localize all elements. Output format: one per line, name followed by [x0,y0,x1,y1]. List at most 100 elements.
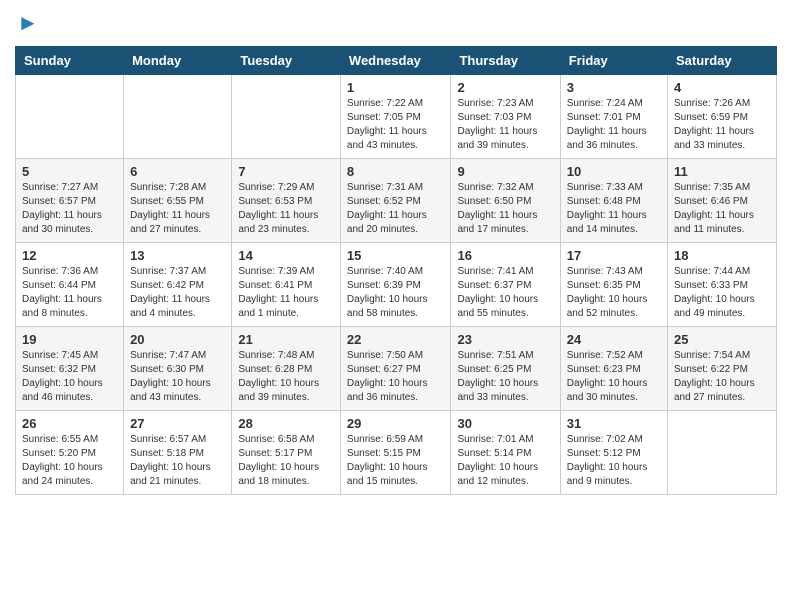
day-info: Sunrise: 7:40 AM Sunset: 6:39 PM Dayligh… [347,265,445,321]
calendar-cell: 14 Sunrise: 7:39 AM Sunset: 6:41 PM Dayli… [232,243,341,327]
day-number: 10 [567,164,661,179]
calendar-cell: 17 Sunrise: 7:43 AM Sunset: 6:35 PM Dayli… [560,243,667,327]
day-info: Sunrise: 7:31 AM Sunset: 6:52 PM Dayligh… [347,181,445,237]
day-number: 31 [567,416,661,431]
weekday-header-monday: Monday [124,47,232,75]
week-row-4: 19 Sunrise: 7:45 AM Sunset: 6:32 PM Dayli… [16,327,777,411]
day-info: Sunrise: 7:26 AM Sunset: 6:59 PM Dayligh… [674,97,770,153]
week-row-2: 5 Sunrise: 7:27 AM Sunset: 6:57 PM Daylig… [16,159,777,243]
day-info: Sunrise: 6:58 AM Sunset: 5:17 PM Dayligh… [238,433,334,489]
day-number: 2 [457,80,553,95]
day-number: 19 [22,332,117,347]
day-info: Sunrise: 7:48 AM Sunset: 6:28 PM Dayligh… [238,349,334,405]
day-number: 9 [457,164,553,179]
day-info: Sunrise: 7:02 AM Sunset: 5:12 PM Dayligh… [567,433,661,489]
day-info: Sunrise: 7:50 AM Sunset: 6:27 PM Dayligh… [347,349,445,405]
day-number: 28 [238,416,334,431]
day-info: Sunrise: 7:35 AM Sunset: 6:46 PM Dayligh… [674,181,770,237]
day-number: 18 [674,248,770,263]
calendar-cell: 2 Sunrise: 7:23 AM Sunset: 7:03 PM Daylig… [451,75,560,159]
day-number: 26 [22,416,117,431]
day-info: Sunrise: 7:36 AM Sunset: 6:44 PM Dayligh… [22,265,117,321]
day-number: 24 [567,332,661,347]
calendar-cell: 10 Sunrise: 7:33 AM Sunset: 6:48 PM Dayli… [560,159,667,243]
calendar-cell: 3 Sunrise: 7:24 AM Sunset: 7:01 PM Daylig… [560,75,667,159]
calendar-cell: 25 Sunrise: 7:54 AM Sunset: 6:22 PM Dayli… [668,327,777,411]
day-number: 30 [457,416,553,431]
day-number: 4 [674,80,770,95]
day-number: 12 [22,248,117,263]
day-number: 6 [130,164,225,179]
day-info: Sunrise: 7:43 AM Sunset: 6:35 PM Dayligh… [567,265,661,321]
logo-bird-icon: ► [17,10,39,36]
day-number: 15 [347,248,445,263]
day-info: Sunrise: 7:23 AM Sunset: 7:03 PM Dayligh… [457,97,553,153]
calendar-cell [16,75,124,159]
day-number: 11 [674,164,770,179]
day-number: 27 [130,416,225,431]
calendar-cell: 30 Sunrise: 7:01 AM Sunset: 5:14 PM Dayli… [451,411,560,495]
day-number: 3 [567,80,661,95]
day-number: 23 [457,332,553,347]
day-info: Sunrise: 7:24 AM Sunset: 7:01 PM Dayligh… [567,97,661,153]
calendar-cell: 26 Sunrise: 6:55 AM Sunset: 5:20 PM Dayli… [16,411,124,495]
calendar-cell: 19 Sunrise: 7:45 AM Sunset: 6:32 PM Dayli… [16,327,124,411]
day-number: 25 [674,332,770,347]
calendar-cell: 9 Sunrise: 7:32 AM Sunset: 6:50 PM Daylig… [451,159,560,243]
header: ► [15,10,777,36]
calendar-cell: 31 Sunrise: 7:02 AM Sunset: 5:12 PM Dayli… [560,411,667,495]
day-info: Sunrise: 7:01 AM Sunset: 5:14 PM Dayligh… [457,433,553,489]
calendar-cell: 27 Sunrise: 6:57 AM Sunset: 5:18 PM Dayli… [124,411,232,495]
calendar-cell [232,75,341,159]
day-info: Sunrise: 6:59 AM Sunset: 5:15 PM Dayligh… [347,433,445,489]
day-info: Sunrise: 7:41 AM Sunset: 6:37 PM Dayligh… [457,265,553,321]
week-row-1: 1 Sunrise: 7:22 AM Sunset: 7:05 PM Daylig… [16,75,777,159]
day-number: 29 [347,416,445,431]
day-info: Sunrise: 7:54 AM Sunset: 6:22 PM Dayligh… [674,349,770,405]
day-info: Sunrise: 6:55 AM Sunset: 5:20 PM Dayligh… [22,433,117,489]
calendar-cell: 21 Sunrise: 7:48 AM Sunset: 6:28 PM Dayli… [232,327,341,411]
calendar-cell: 13Sunrise: 7:37 AM Sunset: 6:42 PM Dayli… [124,243,232,327]
day-info: Sunrise: 7:51 AM Sunset: 6:25 PM Dayligh… [457,349,553,405]
calendar-cell: 24 Sunrise: 7:52 AM Sunset: 6:23 PM Dayli… [560,327,667,411]
page: ► SundayMondayTuesdayWednesdayThursdayFr… [0,0,792,612]
day-info: Sunrise: 7:22 AM Sunset: 7:05 PM Dayligh… [347,97,445,153]
weekday-header-thursday: Thursday [451,47,560,75]
weekday-header-sunday: Sunday [16,47,124,75]
day-info: Sunrise: 7:27 AM Sunset: 6:57 PM Dayligh… [22,181,117,237]
day-number: 22 [347,332,445,347]
weekday-header-wednesday: Wednesday [340,47,451,75]
day-number: 17 [567,248,661,263]
calendar-cell: 6Sunrise: 7:28 AM Sunset: 6:55 PM Daylig… [124,159,232,243]
week-row-3: 12 Sunrise: 7:36 AM Sunset: 6:44 PM Dayli… [16,243,777,327]
day-info: Sunrise: 7:32 AM Sunset: 6:50 PM Dayligh… [457,181,553,237]
calendar-cell [124,75,232,159]
day-info: Sunrise: 7:29 AM Sunset: 6:53 PM Dayligh… [238,181,334,237]
calendar-cell: 23 Sunrise: 7:51 AM Sunset: 6:25 PM Dayli… [451,327,560,411]
calendar-cell: 22 Sunrise: 7:50 AM Sunset: 6:27 PM Dayli… [340,327,451,411]
day-info: Sunrise: 7:52 AM Sunset: 6:23 PM Dayligh… [567,349,661,405]
calendar-table: SundayMondayTuesdayWednesdayThursdayFrid… [15,46,777,495]
calendar-cell: 8Sunrise: 7:31 AM Sunset: 6:52 PM Daylig… [340,159,451,243]
day-number: 14 [238,248,334,263]
calendar-cell: 11 Sunrise: 7:35 AM Sunset: 6:46 PM Dayli… [668,159,777,243]
day-number: 5 [22,164,117,179]
day-info: Sunrise: 7:44 AM Sunset: 6:33 PM Dayligh… [674,265,770,321]
calendar-cell: 12 Sunrise: 7:36 AM Sunset: 6:44 PM Dayli… [16,243,124,327]
weekday-header-row: SundayMondayTuesdayWednesdayThursdayFrid… [16,47,777,75]
day-info: Sunrise: 7:33 AM Sunset: 6:48 PM Dayligh… [567,181,661,237]
day-number: 13 [130,248,225,263]
weekday-header-friday: Friday [560,47,667,75]
calendar-cell: 5 Sunrise: 7:27 AM Sunset: 6:57 PM Daylig… [16,159,124,243]
calendar-cell: 4 Sunrise: 7:26 AM Sunset: 6:59 PM Daylig… [668,75,777,159]
day-info: Sunrise: 7:45 AM Sunset: 6:32 PM Dayligh… [22,349,117,405]
calendar-cell: 29 Sunrise: 6:59 AM Sunset: 5:15 PM Dayli… [340,411,451,495]
day-info: Sunrise: 6:57 AM Sunset: 5:18 PM Dayligh… [130,433,225,489]
day-number: 21 [238,332,334,347]
calendar-cell: 18 Sunrise: 7:44 AM Sunset: 6:33 PM Dayli… [668,243,777,327]
calendar-cell: 16Sunrise: 7:41 AM Sunset: 6:37 PM Dayli… [451,243,560,327]
logo: ► [15,10,39,36]
day-info: Sunrise: 7:39 AM Sunset: 6:41 PM Dayligh… [238,265,334,321]
calendar-cell: 28 Sunrise: 6:58 AM Sunset: 5:17 PM Dayli… [232,411,341,495]
day-number: 1 [347,80,445,95]
